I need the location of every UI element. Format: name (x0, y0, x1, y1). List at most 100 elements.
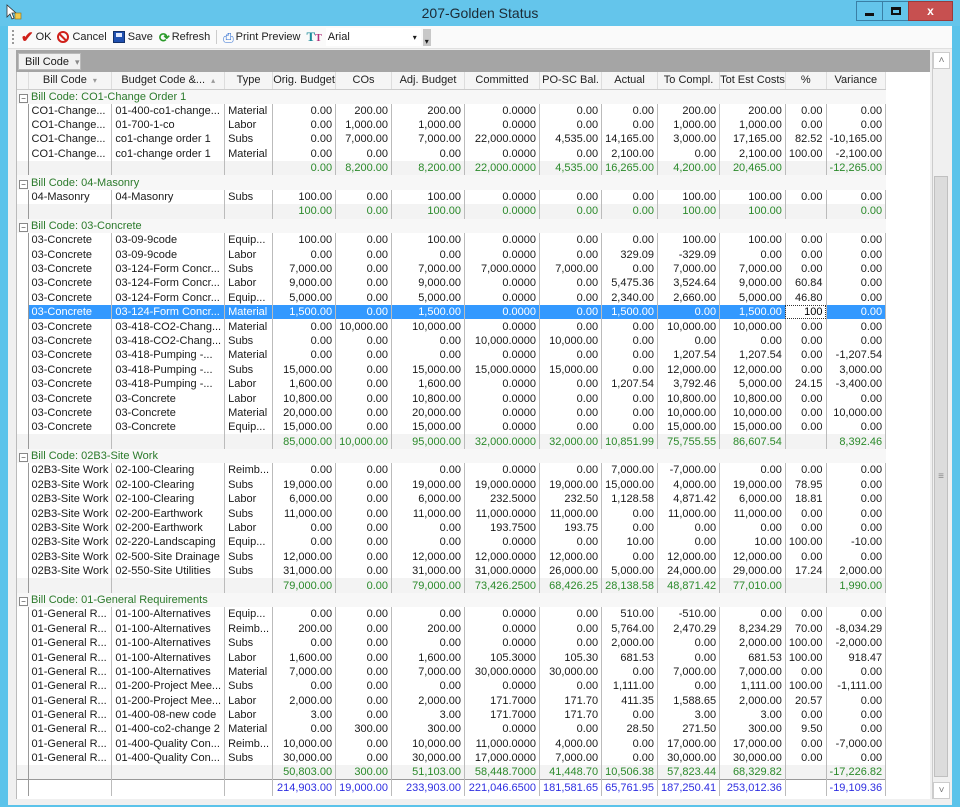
cell-budget-code[interactable]: 02-100-Clearing (111, 492, 226, 507)
cell-bill-code[interactable]: 02B3-Site Work (28, 520, 113, 536)
cell-[interactable]: 0.00 (785, 247, 827, 262)
cell-to-compl[interactable]: 3,792.46 (657, 376, 721, 392)
cell-variance[interactable]: 0.00 (826, 463, 887, 478)
cell-type[interactable]: Subs (224, 362, 274, 377)
cell-adj-budget[interactable]: 100.00 (391, 189, 466, 205)
cell-actual[interactable]: 28.50 (601, 722, 659, 737)
cell-budget-code[interactable]: 01-400-co2-change 2 (111, 722, 226, 737)
cell-adj-budget[interactable]: 7,000.00 (391, 664, 466, 680)
cell-tot-est-costs[interactable]: 15,000.00 (719, 420, 786, 435)
cell-cos[interactable]: 0.00 (335, 405, 393, 421)
cell-cos[interactable]: 0.00 (335, 751, 393, 766)
cell-bill-code[interactable]: CO1-Change... (28, 103, 113, 118)
cell-po-sc-bal[interactable]: 30,000.00 (539, 664, 603, 680)
filter-dropdown-icon[interactable]: ▾ (93, 76, 97, 85)
cell-cos[interactable]: 0.00 (335, 679, 393, 694)
column-header[interactable]: To Compl. (657, 72, 721, 90)
cell-budget-code[interactable]: 01-100-Alternatives (111, 635, 226, 651)
cell-bill-code[interactable]: CO1-Change... (28, 117, 113, 133)
cell-actual[interactable]: 0.00 (601, 520, 659, 536)
cell-adj-budget[interactable]: 100.00 (391, 233, 466, 248)
cell-bill-code[interactable]: 01-General R... (28, 607, 113, 622)
cell-to-compl[interactable]: 0.00 (657, 650, 721, 665)
cell-orig-budget[interactable]: 3.00 (272, 707, 337, 723)
table-row[interactable]: 01-General R... 01-400-co2-change 2 Materi… (17, 722, 887, 737)
cell-[interactable]: 100 (785, 304, 827, 320)
cell-[interactable]: 0.00 (785, 319, 827, 334)
cell-[interactable]: 20.57 (785, 693, 827, 708)
cell-to-compl[interactable]: -7,000.00 (657, 463, 721, 478)
cell-tot-est-costs[interactable]: 100.00 (719, 189, 786, 205)
group-header[interactable]: − Bill Code: 02B3-Site Work (17, 448, 886, 464)
cell-po-sc-bal[interactable]: 26,000.00 (539, 564, 603, 579)
cell-budget-code[interactable]: 01-400-Quality Con... (111, 736, 226, 752)
cell-adj-budget[interactable]: 10,800.00 (391, 391, 466, 406)
cell-type[interactable]: Subs (224, 132, 274, 147)
cell-bill-code[interactable]: 03-Concrete (28, 233, 113, 248)
cell-adj-budget[interactable]: 1,600.00 (391, 376, 466, 392)
cell-po-sc-bal[interactable]: 4,000.00 (539, 736, 603, 752)
table-row[interactable]: 02B3-Site Work 02-200-Earthwork Labor 0.00 0… (17, 520, 887, 536)
cell-committed[interactable]: 0.0000 (464, 146, 541, 162)
cell-committed[interactable]: 19,000.0000 (464, 477, 541, 493)
cell-cos[interactable]: 0.00 (335, 362, 393, 377)
cell-budget-code[interactable]: 01-200-Project Mee... (111, 679, 226, 694)
cell-bill-code[interactable]: 01-General R... (28, 707, 113, 723)
cell-committed[interactable]: 232.5000 (464, 492, 541, 507)
cell-adj-budget[interactable]: 15,000.00 (391, 362, 466, 377)
cell-tot-est-costs[interactable]: 0.00 (719, 607, 786, 622)
cell-[interactable]: 70.00 (785, 621, 827, 636)
cell-tot-est-costs[interactable]: 3.00 (719, 707, 786, 723)
cell-orig-budget[interactable]: 100.00 (272, 189, 337, 205)
cell-variance[interactable]: 0.00 (826, 693, 887, 708)
cell-variance[interactable]: 0.00 (826, 117, 887, 133)
cell-actual[interactable]: 5,475.36 (601, 276, 659, 291)
cell-type[interactable]: Reimb... (224, 463, 274, 478)
collapse-icon[interactable]: − (19, 453, 28, 463)
cell-committed[interactable]: 171.7000 (464, 693, 541, 708)
cell-orig-budget[interactable]: 0.00 (272, 679, 337, 694)
cell-bill-code[interactable]: 03-Concrete (28, 304, 113, 320)
cell-po-sc-bal[interactable]: 19,000.00 (539, 477, 603, 493)
cell-po-sc-bal[interactable]: 171.70 (539, 693, 603, 708)
cell-to-compl[interactable]: 2,660.00 (657, 290, 721, 305)
cell-budget-code[interactable]: 01-100-Alternatives (111, 607, 226, 622)
cell-adj-budget[interactable]: 0.00 (391, 535, 466, 550)
cell-type[interactable]: Labor (224, 391, 274, 406)
cell-actual[interactable]: 5,000.00 (601, 564, 659, 579)
cell-actual[interactable]: 0.00 (601, 362, 659, 377)
cell-budget-code[interactable]: 01-200-Project Mee... (111, 693, 226, 708)
cell-tot-est-costs[interactable]: 10,800.00 (719, 391, 786, 406)
table-row[interactable]: 02B3-Site Work 02-100-Clearing Labor 6,000.… (17, 492, 887, 507)
cell-to-compl[interactable]: 1,588.65 (657, 693, 721, 708)
cell-bill-code[interactable]: 03-Concrete (28, 319, 113, 334)
cell-adj-budget[interactable]: 1,000.00 (391, 117, 466, 133)
cell-committed[interactable]: 0.0000 (464, 189, 541, 205)
cell-po-sc-bal[interactable]: 0.00 (539, 117, 603, 133)
cell-adj-budget[interactable]: 6,000.00 (391, 492, 466, 507)
cell-po-sc-bal[interactable]: 15,000.00 (539, 362, 603, 377)
cell-orig-budget[interactable]: 0.00 (272, 117, 337, 133)
cell-cos[interactable]: 1,000.00 (335, 117, 393, 133)
cell-variance[interactable]: -10.00 (826, 535, 887, 550)
cell-tot-est-costs[interactable]: 2,000.00 (719, 635, 786, 651)
cell-cos[interactable]: 0.00 (335, 535, 393, 550)
cell-cos[interactable]: 200.00 (335, 103, 393, 118)
cell-budget-code[interactable]: 03-418-CO2-Chang... (111, 319, 226, 334)
table-row[interactable]: 03-Concrete 03-124-Form Concr... Labor 9,00… (17, 276, 887, 291)
cell-committed[interactable]: 0.0000 (464, 348, 541, 363)
cell-po-sc-bal[interactable]: 0.00 (539, 348, 603, 363)
cell-budget-code[interactable]: 03-418-Pumping -... (111, 348, 226, 363)
cell-orig-budget[interactable]: 0.00 (272, 348, 337, 363)
cell-tot-est-costs[interactable]: 2,000.00 (719, 693, 786, 708)
cell-type[interactable]: Equip... (224, 290, 274, 305)
cell-variance[interactable]: 0.00 (826, 549, 887, 564)
cell-variance[interactable]: 0.00 (826, 103, 887, 118)
cell-tot-est-costs[interactable]: 10,000.00 (719, 319, 786, 334)
cell-adj-budget[interactable]: 300.00 (391, 722, 466, 737)
cell-bill-code[interactable]: 02B3-Site Work (28, 564, 113, 579)
cell-adj-budget[interactable]: 15,000.00 (391, 420, 466, 435)
table-row[interactable]: 03-Concrete 03-09-9code Equip... 100.00 0.00… (17, 233, 887, 248)
column-header[interactable]: Bill Code ▾ (28, 72, 113, 90)
cell-bill-code[interactable]: 01-General R... (28, 664, 113, 680)
